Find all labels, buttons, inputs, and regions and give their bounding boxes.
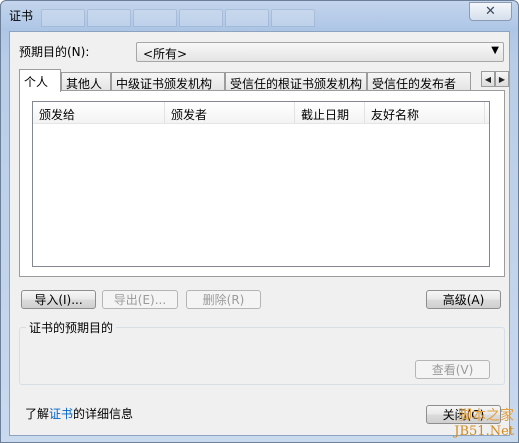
learn-more-prefix: 了解	[25, 407, 50, 421]
background-tabs	[41, 9, 315, 29]
chevron-left-icon: ◀	[484, 74, 492, 84]
tab-panel: 颁发给 颁发者 截止日期 友好名称	[19, 90, 505, 277]
column-header-label: 颁发给	[39, 108, 76, 122]
tab-trusted-root-ca[interactable]: 受信任的根证书颁发机构	[225, 72, 367, 91]
watermark-line1: 脚本之家	[458, 408, 514, 424]
background-tab	[271, 9, 315, 27]
tab-scroll-left-button[interactable]: ◀	[481, 71, 495, 87]
chevron-right-icon: ▶	[498, 74, 506, 84]
background-tab	[179, 9, 223, 27]
button-label: 导入(I)...	[34, 293, 83, 307]
window-close-button[interactable]: ✕	[469, 2, 512, 21]
column-header-filler	[485, 102, 489, 124]
tab-label: 中级证书颁发机构	[116, 77, 213, 91]
column-header-label: 颁发者	[171, 108, 208, 122]
column-header-issued-to[interactable]: 颁发给	[33, 102, 165, 124]
button-label: 导出(E)...	[113, 293, 167, 307]
background-tab	[133, 9, 177, 27]
watermark: 脚本之家 JB51.Net	[454, 408, 514, 440]
button-label: 高级(A)	[442, 293, 485, 307]
column-header-label: 截止日期	[301, 108, 350, 122]
learn-more-suffix: 的详细信息	[73, 407, 134, 421]
tab-intermediate-ca[interactable]: 中级证书颁发机构	[111, 72, 225, 91]
tab-label: 受信任的发布者	[372, 77, 457, 91]
certificate-list[interactable]: 颁发给 颁发者 截止日期 友好名称	[32, 101, 490, 267]
import-button[interactable]: 导入(I)...	[21, 290, 96, 309]
view-button[interactable]: 查看(V)	[415, 360, 490, 379]
export-button[interactable]: 导出(E)...	[102, 290, 178, 309]
intended-purpose-label: 预期目的(N):	[19, 45, 90, 59]
intended-purposes-group-title: 证书的预期目的	[26, 319, 117, 336]
intended-purpose-select[interactable]: <所有> ▼	[136, 42, 504, 62]
chevron-down-icon: ▼	[491, 45, 499, 56]
window-title: 证书	[9, 9, 34, 23]
title-bar[interactable]: 证书 ✕	[1, 1, 518, 29]
tab-personal[interactable]: 个人	[19, 69, 61, 92]
close-icon: ✕	[485, 4, 496, 19]
intended-purpose-value: <所有>	[143, 47, 188, 61]
column-header-label: 友好名称	[371, 108, 420, 122]
tab-label: 受信任的根证书颁发机构	[230, 77, 363, 91]
list-header: 颁发给 颁发者 截止日期 友好名称	[33, 102, 489, 124]
tab-trusted-publishers[interactable]: 受信任的发布者	[367, 72, 471, 91]
tab-scroll-buttons: ◀ ▶	[481, 71, 509, 87]
tab-label: 其他人	[66, 77, 103, 91]
certificates-help-link[interactable]: 证书	[49, 407, 73, 421]
column-header-expiration-date[interactable]: 截止日期	[295, 102, 365, 124]
tab-scroll-right-button[interactable]: ▶	[495, 71, 509, 87]
background-tab	[225, 9, 269, 27]
certificates-window: 证书 ✕ 预期目的(N): <所有> ▼ 个人 其他人 中级证书颁发机构 受信任…	[0, 0, 519, 443]
background-tab	[87, 9, 131, 27]
column-header-friendly-name[interactable]: 友好名称	[365, 102, 485, 124]
background-tab	[41, 9, 85, 27]
learn-more-text: 了解证书的详细信息	[25, 405, 133, 422]
dialog-client-area: 预期目的(N): <所有> ▼ 个人 其他人 中级证书颁发机构 受信任的根证书颁…	[9, 31, 510, 436]
button-label: 删除(R)	[202, 293, 245, 307]
tab-label: 个人	[24, 75, 49, 89]
watermark-line2: JB51.Net	[454, 424, 514, 439]
column-header-issued-by[interactable]: 颁发者	[165, 102, 295, 124]
certificate-store-tabs: 个人 其他人 中级证书颁发机构 受信任的根证书颁发机构 受信任的发布者 ◀ ▶	[19, 69, 509, 92]
remove-button[interactable]: 删除(R)	[186, 290, 261, 309]
tab-other-people[interactable]: 其他人	[61, 72, 111, 91]
advanced-button[interactable]: 高级(A)	[426, 290, 501, 309]
button-label: 查看(V)	[431, 363, 474, 377]
